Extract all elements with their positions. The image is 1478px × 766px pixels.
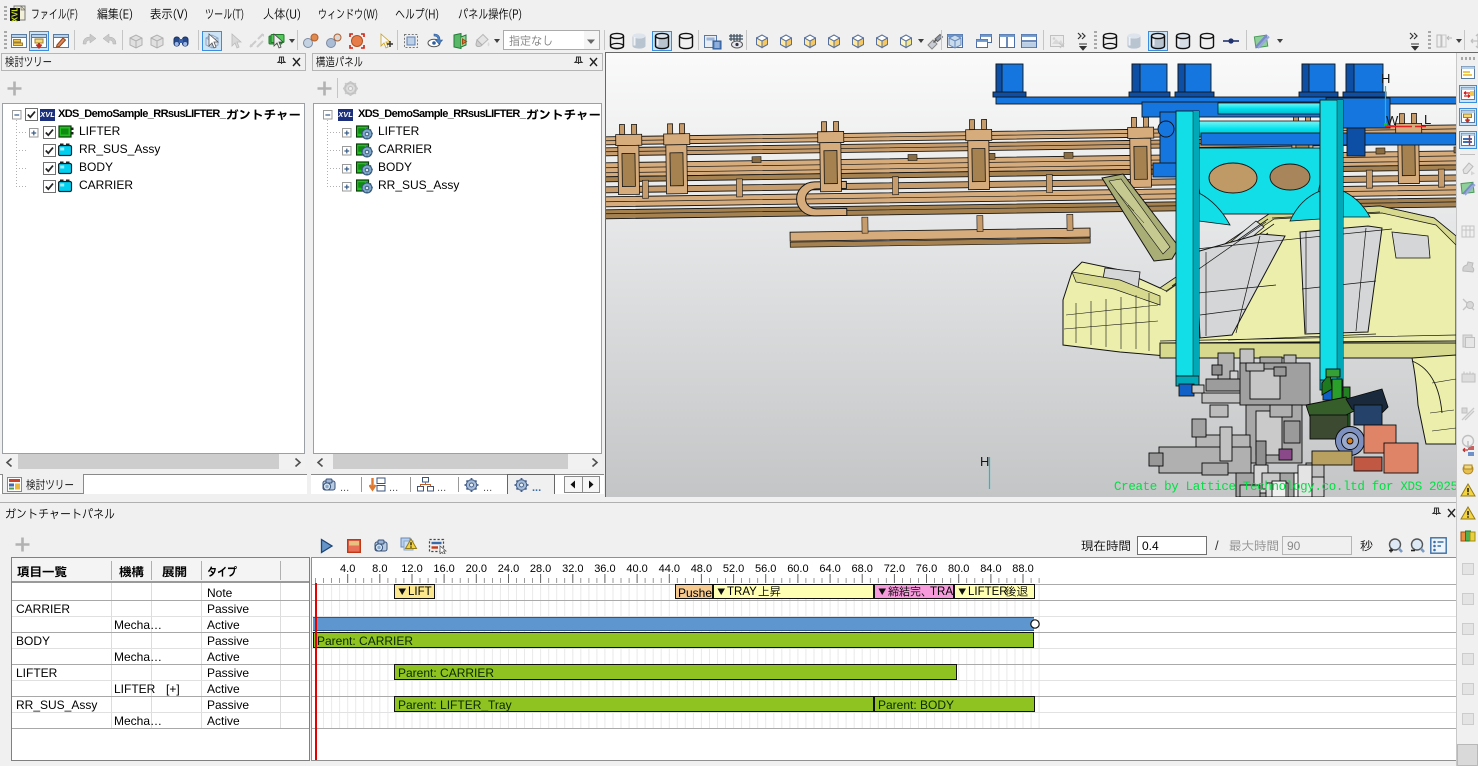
svg-text:4.0: 4.0	[340, 563, 355, 575]
svg-text:68.0: 68.0	[851, 563, 872, 575]
svg-text:H: H	[980, 454, 989, 469]
svg-text:24.0: 24.0	[498, 563, 519, 575]
svg-text:88.0: 88.0	[1012, 563, 1033, 575]
svg-text:56.0: 56.0	[755, 563, 776, 575]
svg-text:40.0: 40.0	[626, 563, 647, 575]
svg-text:52.0: 52.0	[723, 563, 744, 575]
svg-text:64.0: 64.0	[819, 563, 840, 575]
svg-text:W: W	[1386, 113, 1399, 128]
svg-text:32.0: 32.0	[562, 563, 583, 575]
svg-text:72.0: 72.0	[884, 563, 905, 575]
svg-text:XVL: XVL	[11, 7, 20, 22]
svg-text:60.0: 60.0	[787, 563, 808, 575]
svg-text:36.0: 36.0	[594, 563, 615, 575]
svg-text:48.0: 48.0	[691, 563, 712, 575]
svg-text:20.0: 20.0	[466, 563, 487, 575]
svg-text:16.0: 16.0	[433, 563, 454, 575]
svg-text:76.0: 76.0	[916, 563, 937, 575]
svg-text:8.0: 8.0	[372, 563, 387, 575]
svg-text:80.0: 80.0	[948, 563, 969, 575]
svg-text:28.0: 28.0	[530, 563, 551, 575]
svg-text:44.0: 44.0	[659, 563, 680, 575]
svg-text:12.0: 12.0	[401, 563, 422, 575]
svg-text:H: H	[1381, 71, 1390, 86]
svg-text:84.0: 84.0	[980, 563, 1001, 575]
svg-text:Create by Lattice Technology.c: Create by Lattice Technology.co.ltd for …	[1114, 480, 1456, 494]
svg-text:L: L	[1424, 112, 1431, 127]
